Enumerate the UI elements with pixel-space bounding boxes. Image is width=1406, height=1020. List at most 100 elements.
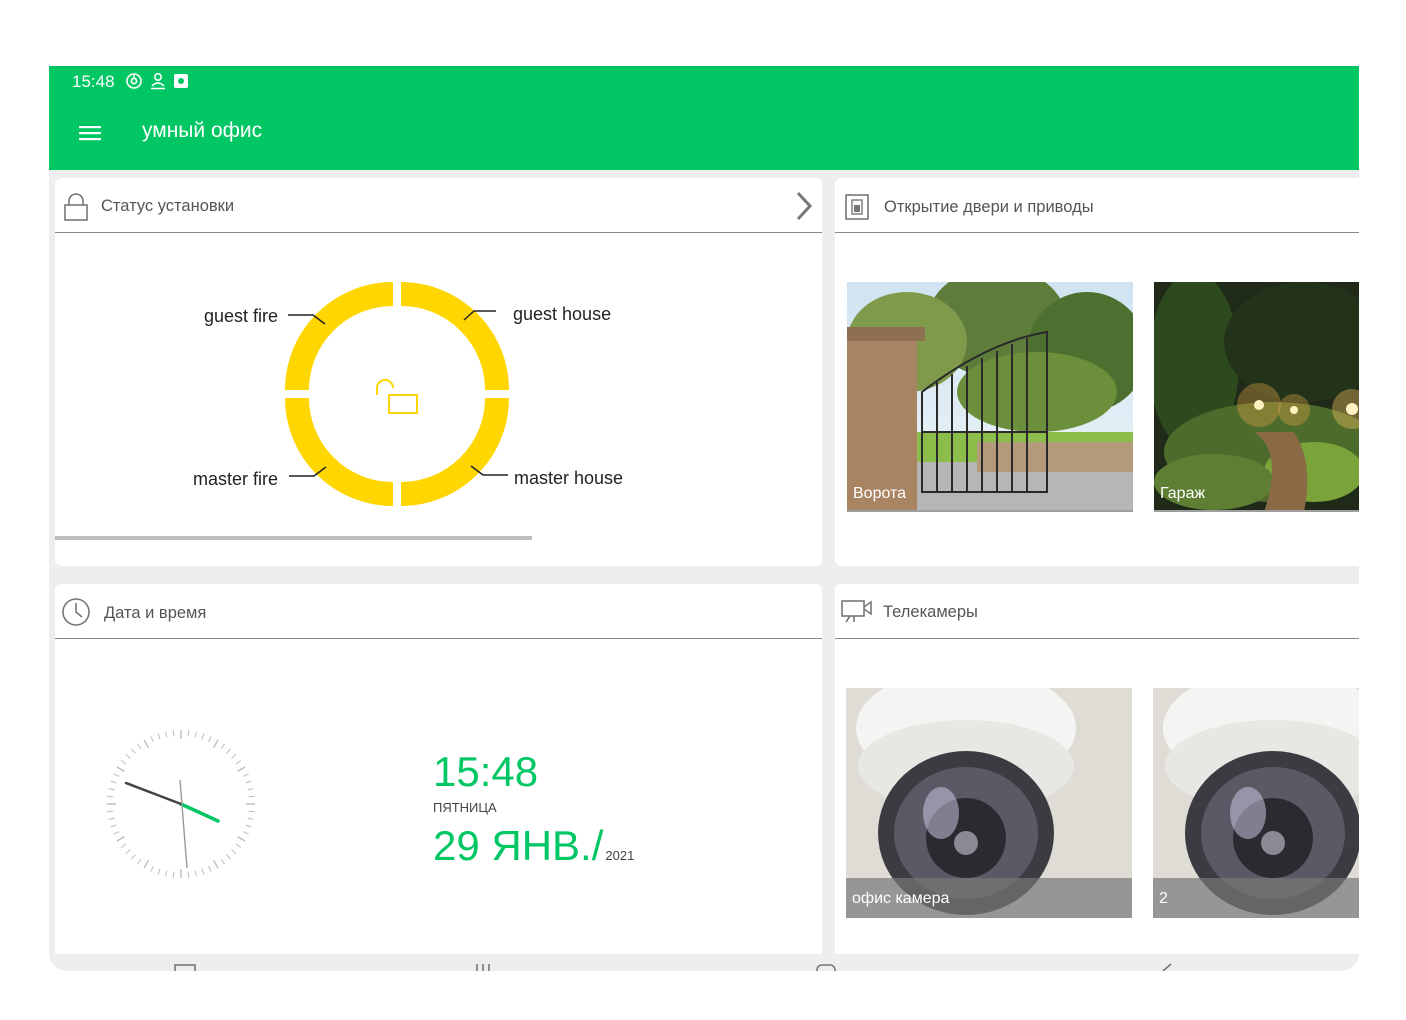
clock-tick bbox=[172, 871, 175, 878]
clock-tick bbox=[194, 870, 197, 877]
hamburger-menu-icon[interactable] bbox=[71, 118, 109, 148]
clock-tick bbox=[143, 859, 150, 869]
clock-tick bbox=[208, 736, 212, 743]
clock-tick bbox=[220, 743, 225, 750]
status-time: 15:48 bbox=[72, 72, 115, 91]
year: 2021 bbox=[605, 848, 635, 863]
zone-label-master-fire: master fire bbox=[193, 469, 279, 489]
cameras-card-header[interactable]: Телекамеры bbox=[835, 584, 1359, 639]
zone-label-master-house: master house bbox=[514, 468, 624, 488]
device-screen: 15:48 умный офис Статус установки guest … bbox=[49, 66, 1359, 971]
clock-tick bbox=[248, 810, 255, 813]
datetime-card-title: Дата и время bbox=[104, 604, 207, 622]
clock-tick bbox=[143, 739, 150, 749]
clock-tick bbox=[113, 831, 120, 835]
clock-tick bbox=[131, 854, 136, 860]
minute-hand bbox=[124, 781, 183, 806]
clock-tick bbox=[137, 743, 142, 750]
clock-tick bbox=[108, 817, 115, 820]
clock-tick bbox=[110, 824, 117, 828]
clock-tick bbox=[194, 731, 197, 738]
digital-time: 15:48 bbox=[433, 748, 539, 795]
cameras-card-title: Телекамеры bbox=[883, 603, 978, 621]
recents-lines-icon[interactable] bbox=[471, 962, 495, 971]
clock-tick bbox=[248, 795, 255, 798]
clock-tick bbox=[110, 780, 117, 784]
clock-tick bbox=[116, 766, 126, 773]
app-title: умный офис bbox=[142, 119, 263, 142]
weekday: ПЯТНИЦА bbox=[433, 800, 497, 815]
back-icon[interactable] bbox=[1155, 962, 1179, 971]
clock-tick bbox=[116, 835, 126, 842]
camera-tile-2[interactable]: 2 bbox=[1153, 688, 1359, 918]
clock-tick bbox=[150, 736, 154, 743]
clock-tick bbox=[187, 730, 190, 737]
zone-label-guest-house: guest house bbox=[513, 304, 612, 324]
clock-tick bbox=[107, 795, 114, 798]
clock-tick bbox=[231, 849, 237, 854]
clock-tick bbox=[108, 788, 115, 791]
clock-tick bbox=[125, 849, 131, 854]
security-status-card[interactable]: Статус установки guest fire guest house … bbox=[55, 178, 822, 566]
clock-tick bbox=[107, 810, 114, 813]
clock-tick bbox=[157, 868, 161, 875]
clock-tick bbox=[245, 824, 252, 828]
clock-tick bbox=[113, 773, 120, 777]
horizontal-scrollbar[interactable] bbox=[55, 536, 532, 540]
app-bar: 15:48 умный офис bbox=[49, 66, 1359, 170]
clock-tick bbox=[231, 754, 237, 759]
hour-hand bbox=[179, 802, 220, 823]
date: 29 ЯНВ./ bbox=[433, 822, 604, 869]
home-icon[interactable] bbox=[814, 962, 838, 971]
clock-tick bbox=[157, 733, 161, 740]
zone-leader-lines bbox=[288, 310, 508, 477]
clock-tick bbox=[137, 858, 142, 865]
camera-tile-2-label: 2 bbox=[1159, 890, 1168, 907]
clock-tick bbox=[220, 858, 225, 865]
clock-tick bbox=[172, 730, 175, 737]
gate-tile-label: Ворота bbox=[853, 485, 907, 502]
clock-tick bbox=[235, 843, 242, 848]
doors-card-header[interactable]: Открытие двери и приводы bbox=[835, 178, 1359, 233]
clock-tick bbox=[208, 865, 212, 872]
clock-tick bbox=[131, 748, 136, 754]
datetime-card: Дата и время 15:48 ПЯТНИЦА 29 ЯНВ./2021 bbox=[55, 584, 822, 954]
status-icons bbox=[125, 72, 189, 90]
analog-clock bbox=[107, 730, 255, 878]
clock-tick bbox=[201, 733, 205, 740]
door-icon bbox=[845, 194, 869, 220]
clock-tick bbox=[187, 871, 190, 878]
gallery-icon bbox=[174, 74, 188, 88]
second-hand bbox=[179, 779, 188, 869]
recent-apps-icon[interactable] bbox=[173, 962, 197, 971]
chrome-icon bbox=[126, 73, 142, 89]
gate-tile[interactable]: Ворота bbox=[847, 282, 1133, 512]
clock-tick bbox=[245, 780, 252, 784]
camera-tile-office-label: офис камера bbox=[852, 890, 950, 907]
zone-label-guest-fire: guest fire bbox=[204, 306, 279, 326]
clock-tick bbox=[165, 870, 168, 877]
camera-tile-office[interactable]: офис камера bbox=[846, 688, 1132, 918]
clock-icon bbox=[62, 598, 90, 626]
clock-tick bbox=[247, 817, 254, 820]
date-block: 29 ЯНВ./2021 bbox=[433, 822, 634, 870]
clock-tick bbox=[242, 831, 249, 835]
clock-tick bbox=[150, 865, 154, 872]
video-camera-icon bbox=[841, 600, 872, 623]
clock-tick bbox=[235, 760, 242, 765]
clock-tick bbox=[247, 788, 254, 791]
person-icon bbox=[151, 72, 165, 90]
garage-tile[interactable]: Гараж bbox=[1154, 282, 1359, 512]
garage-tile-label: Гараж bbox=[1160, 485, 1206, 502]
datetime-card-header[interactable]: Дата и время bbox=[55, 584, 822, 639]
doors-card-title: Открытие двери и приводы bbox=[884, 198, 1094, 216]
cameras-card: Телекамеры офис камера 2 bbox=[835, 584, 1359, 954]
clock-tick bbox=[201, 868, 205, 875]
clock-tick bbox=[212, 739, 219, 749]
clock-tick bbox=[125, 754, 131, 759]
clock-tick bbox=[212, 859, 219, 869]
clock-tick bbox=[120, 843, 127, 848]
clock-tick bbox=[120, 760, 127, 765]
clock-tick bbox=[165, 731, 168, 738]
system-nav-bar bbox=[49, 946, 1359, 971]
